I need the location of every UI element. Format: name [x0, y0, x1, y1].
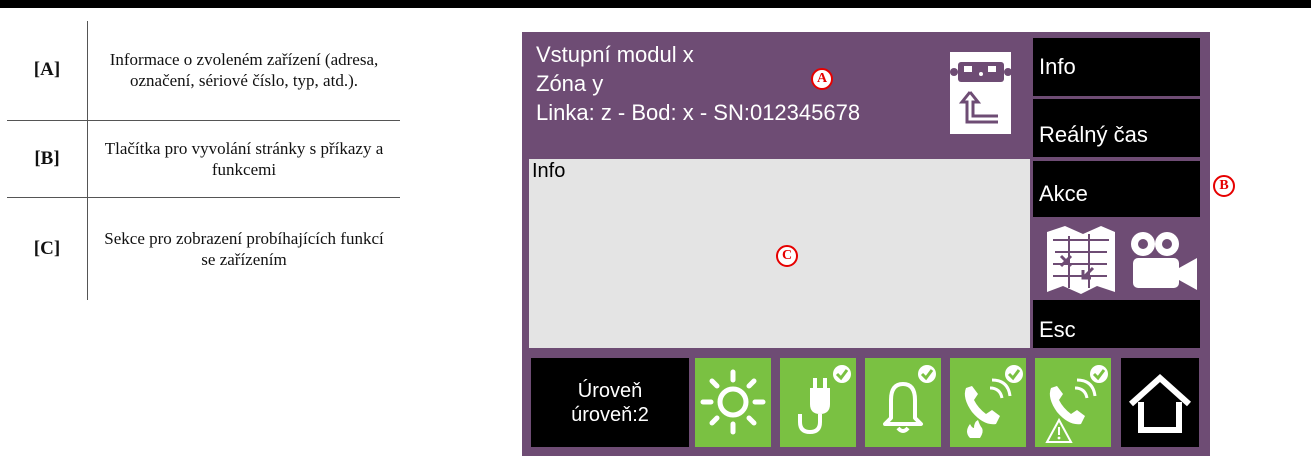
power-button[interactable] — [780, 358, 856, 447]
legend-desc-b: Tlačítka pro vyvolání stránky s příkazy … — [87, 119, 400, 198]
marker-a: A — [811, 68, 833, 90]
sun-button[interactable] — [695, 358, 771, 447]
fault-call-button[interactable] — [1035, 358, 1111, 447]
esc-button[interactable]: Esc — [1033, 300, 1200, 348]
map-icon[interactable] — [1041, 222, 1121, 298]
map-camera-row — [1033, 220, 1200, 300]
bell-button[interactable] — [865, 358, 941, 447]
legend-key-c: [C] — [7, 196, 88, 300]
device-address: Linka: z - Bod: x - SN:012345678 — [536, 100, 861, 125]
content-title: Info — [532, 160, 566, 182]
marker-b: B — [1213, 175, 1235, 197]
access-level-indicator: Úroveň úroveň:2 — [531, 358, 689, 447]
legend-row-c: [C] Sekce pro zobrazení probíhajících fu… — [7, 196, 400, 300]
top-rule — [0, 0, 1311, 8]
device-name: Vstupní modul x — [536, 42, 694, 67]
input-module-icon — [950, 52, 1012, 134]
legend-desc-a: Informace o zvoleném zařízení (adresa, o… — [87, 21, 400, 121]
realtime-button[interactable]: Reálný čas — [1033, 99, 1200, 157]
akce-button[interactable]: Akce — [1033, 161, 1200, 217]
legend-key-b: [B] — [7, 119, 88, 198]
home-button[interactable] — [1121, 358, 1199, 447]
fire-call-button[interactable] — [950, 358, 1026, 447]
level-label: Úroveň — [577, 379, 643, 402]
legend-table: [A] Informace o zvoleném zařízení (adres… — [7, 21, 400, 300]
sun-icon — [700, 369, 766, 435]
fire-phone-icon — [964, 365, 1023, 438]
legend-desc-c: Sekce pro zobrazení probíhajících funkcí… — [87, 196, 400, 300]
legend-row-a: [A] Informace o zvoleném zařízení (adres… — [7, 21, 400, 121]
camera-icon[interactable] — [1125, 228, 1199, 294]
legend-key-a: [A] — [7, 21, 88, 121]
level-value: úroveň:2 — [571, 403, 649, 426]
marker-c: C — [776, 245, 798, 267]
legend-row-b: [B] Tlačítka pro vyvolání stránky s přík… — [7, 119, 400, 198]
info-button[interactable]: Info — [1033, 38, 1200, 96]
power-plug-icon — [798, 365, 851, 435]
home-icon — [1128, 373, 1192, 433]
bell-icon — [883, 365, 936, 433]
fault-phone-icon — [1045, 365, 1108, 443]
